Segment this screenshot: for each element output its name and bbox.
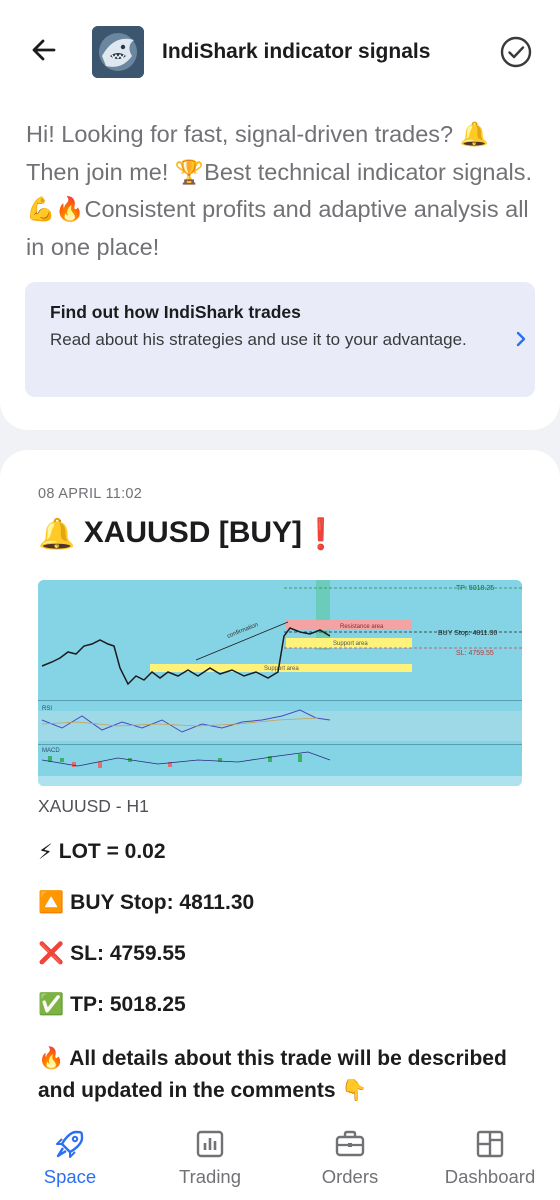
post-headline-text: XAUUSD [BUY] (83, 516, 303, 549)
shark-logo-icon (92, 26, 144, 78)
dashboard-icon (476, 1130, 504, 1158)
post-headline: 🔔 XAUUSD [BUY]❗ (38, 516, 339, 556)
chart-image[interactable]: Resistance area Support area Support are… (38, 580, 522, 786)
buy-stop-text: BUY Stop: 4811.30 (70, 891, 255, 914)
nav-orders[interactable]: Orders (280, 1118, 420, 1200)
fire-icon: 🔥 (38, 1047, 65, 1070)
channel-title: IndiShark indicator signals (162, 40, 431, 63)
point-down-icon: 👇 (341, 1079, 368, 1102)
channel-avatar[interactable] (92, 26, 144, 78)
support-label: Support area (333, 641, 368, 647)
learn-strategy-card[interactable]: Find out how IndiShark trades Read about… (25, 282, 535, 397)
sl-label: SL: 4759.55 (456, 650, 494, 657)
macd-label: MACD (42, 748, 60, 754)
nav-dashboard[interactable]: Dashboard (420, 1118, 560, 1200)
resistance-label: Resistance area (340, 624, 384, 630)
bell-icon: 🔔 (38, 517, 76, 551)
chart-caption: XAUUSD - H1 (38, 796, 149, 816)
lightning-icon: ⚡ (38, 841, 53, 864)
details-body: All details about this trade will be des… (38, 1047, 507, 1102)
check-circle-icon (500, 36, 532, 68)
app-header: IndiShark indicator signals (0, 22, 560, 86)
nav-orders-label: Orders (321, 1166, 379, 1187)
lot-text: LOT = 0.02 (58, 840, 166, 864)
nav-trading-label: Trading (178, 1166, 242, 1187)
details-text: 🔥 All details about this trade will be d… (38, 1043, 508, 1107)
nav-dashboard-label: Dashboard (444, 1166, 536, 1187)
tp-line: ✅ TP: 5018.25 (38, 993, 186, 1023)
subscribe-check-button[interactable] (498, 34, 534, 70)
rocket-icon (56, 1130, 84, 1158)
channel-description: Hi! Looking for fast, signal-driven trad… (26, 121, 533, 260)
cross-icon: ❌ (38, 942, 65, 966)
support-label-2: Support area (264, 666, 299, 672)
bottom-navigation: Space Trading Orders Dashboard (0, 1118, 560, 1200)
lot-line: ⚡ LOT = 0.02 (38, 840, 166, 870)
exclamation-icon: ❗ (302, 517, 340, 551)
back-button[interactable] (28, 34, 60, 66)
buy-stop-line: 🔼 BUY Stop: 4811.30 (38, 891, 254, 921)
up-arrow-icon: 🔼 (38, 891, 65, 915)
learn-card-subtitle: Read about his strategies and use it to … (50, 330, 467, 349)
signal-post: 08 APRIL 11:02 🔔 XAUUSD [BUY]❗ Resistanc… (0, 450, 560, 1140)
channel-header-card: IndiShark indicator signals Hi! Looking … (0, 0, 560, 430)
buy-stop-label: BUY Stop: 4811.30 (438, 630, 497, 637)
arrow-left-icon (32, 39, 56, 61)
learn-card-title: Find out how IndiShark trades (50, 302, 301, 322)
chevron-right-icon (516, 331, 526, 347)
post-date: 08 APRIL 11:02 (38, 486, 143, 502)
nav-space[interactable]: Space (0, 1118, 140, 1200)
sl-line: ❌ SL: 4759.55 (38, 942, 186, 972)
nav-trading[interactable]: Trading (140, 1118, 280, 1200)
chart-icon (196, 1130, 224, 1158)
tp-text: TP: 5018.25 (70, 993, 186, 1016)
nav-space-label: Space (43, 1166, 97, 1187)
tp-label: TP: 5018.25 (456, 585, 494, 592)
trading-chart-graphic: Resistance area Support area Support are… (38, 580, 522, 786)
sl-text: SL: 4759.55 (70, 942, 186, 965)
learn-card-chevron (513, 329, 529, 349)
briefcase-icon (335, 1130, 365, 1157)
check-mark-icon: ✅ (38, 993, 65, 1017)
